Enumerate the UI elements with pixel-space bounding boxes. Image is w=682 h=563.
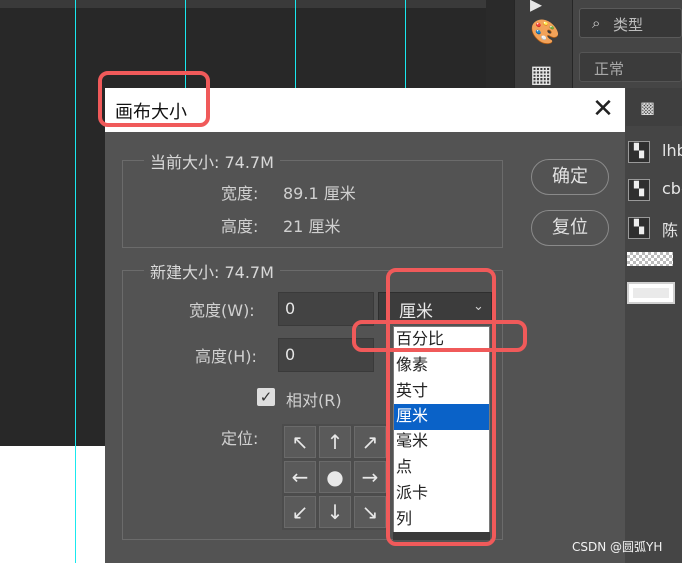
close-icon[interactable]: ✕ xyxy=(588,94,618,124)
layer-name: 陈 xyxy=(662,221,679,240)
arrow-right-icon: → xyxy=(361,465,379,489)
arrow-up-left-icon: ↖ xyxy=(291,430,309,454)
layer-row[interactable]: ▚ cbc xyxy=(626,175,682,205)
search-icon: ⌕ xyxy=(592,14,601,32)
arrow-down-icon: ↓ xyxy=(326,500,344,524)
layer-filter-search[interactable]: ⌕ 类型 xyxy=(579,8,682,38)
canvas-top-strip xyxy=(0,0,486,8)
anchor-center[interactable]: ● xyxy=(319,461,351,493)
layer-row[interactable]: ▚ 陈 xyxy=(626,213,682,243)
anchor-left[interactable]: ← xyxy=(284,461,316,493)
layer-name: cbc xyxy=(662,179,682,198)
smart-object-icon: ▚ xyxy=(628,217,650,239)
transparent-layer-thumb[interactable] xyxy=(627,252,673,266)
anchor-label: 定位: xyxy=(221,429,259,448)
blend-mode-select[interactable]: 正常 xyxy=(579,52,682,82)
anchor-grid: ↖ ↑ ↗ ← ● → ↙ ↓ ↘ xyxy=(282,424,388,530)
anchor-bottom[interactable]: ↓ xyxy=(319,496,351,528)
anchor-bottom-right[interactable]: ↘ xyxy=(354,496,386,528)
highlight-unit-dropdown xyxy=(386,268,496,546)
anchor-right[interactable]: → xyxy=(354,461,386,493)
current-height-label: 高度: xyxy=(221,217,259,236)
arrow-icon[interactable]: ▸ xyxy=(530,0,542,16)
new-width-label: 宽度(W): xyxy=(189,301,255,320)
white-layer-thumb[interactable] xyxy=(627,282,675,304)
relative-checkbox[interactable]: ✓ xyxy=(257,388,275,406)
ok-button[interactable]: 确定 xyxy=(531,159,609,195)
anchor-top[interactable]: ↑ xyxy=(319,426,351,458)
highlight-dialog-title xyxy=(98,71,210,127)
new-size-legend: 新建大小: 74.7M xyxy=(144,259,280,283)
lock-transparency-icon[interactable]: ▩ xyxy=(640,98,655,117)
anchor-top-left[interactable]: ↖ xyxy=(284,426,316,458)
arrow-left-icon: ← xyxy=(291,465,309,489)
search-placeholder: 类型 xyxy=(613,16,644,34)
watermark: CSDN @圆弧YH xyxy=(572,540,663,554)
current-width-value: 89.1 厘米 xyxy=(283,184,356,203)
anchor-top-right[interactable]: ↗ xyxy=(354,426,386,458)
current-size-legend: 当前大小: 74.7M xyxy=(144,149,280,173)
arrow-up-right-icon: ↗ xyxy=(361,430,379,454)
relative-checkbox-label[interactable]: 相对(R) xyxy=(286,387,342,411)
anchor-bottom-left[interactable]: ↙ xyxy=(284,496,316,528)
blend-mode-value: 正常 xyxy=(594,60,625,78)
highlight-percent-option xyxy=(352,320,527,352)
layer-name: lhb xyxy=(662,141,682,160)
current-width-label: 宽度: xyxy=(221,184,259,203)
layer-row[interactable]: ▚ lhb xyxy=(626,137,682,167)
palette-icon[interactable]: 🎨 xyxy=(530,20,560,44)
lock-strip: ▩ xyxy=(626,88,682,126)
current-height-value: 21 厘米 xyxy=(283,217,341,236)
arrow-up-icon: ↑ xyxy=(326,430,344,454)
new-height-label: 高度(H): xyxy=(195,347,257,366)
smart-object-icon: ▚ xyxy=(628,179,650,201)
guide-line xyxy=(75,0,76,563)
reset-button[interactable]: 复位 xyxy=(531,210,609,246)
grid-icon[interactable]: ▦ xyxy=(530,62,553,86)
arrow-down-left-icon: ↙ xyxy=(291,500,309,524)
smart-object-icon: ▚ xyxy=(628,141,650,163)
arrow-down-right-icon: ↘ xyxy=(361,500,379,524)
dot-icon: ● xyxy=(326,465,344,489)
